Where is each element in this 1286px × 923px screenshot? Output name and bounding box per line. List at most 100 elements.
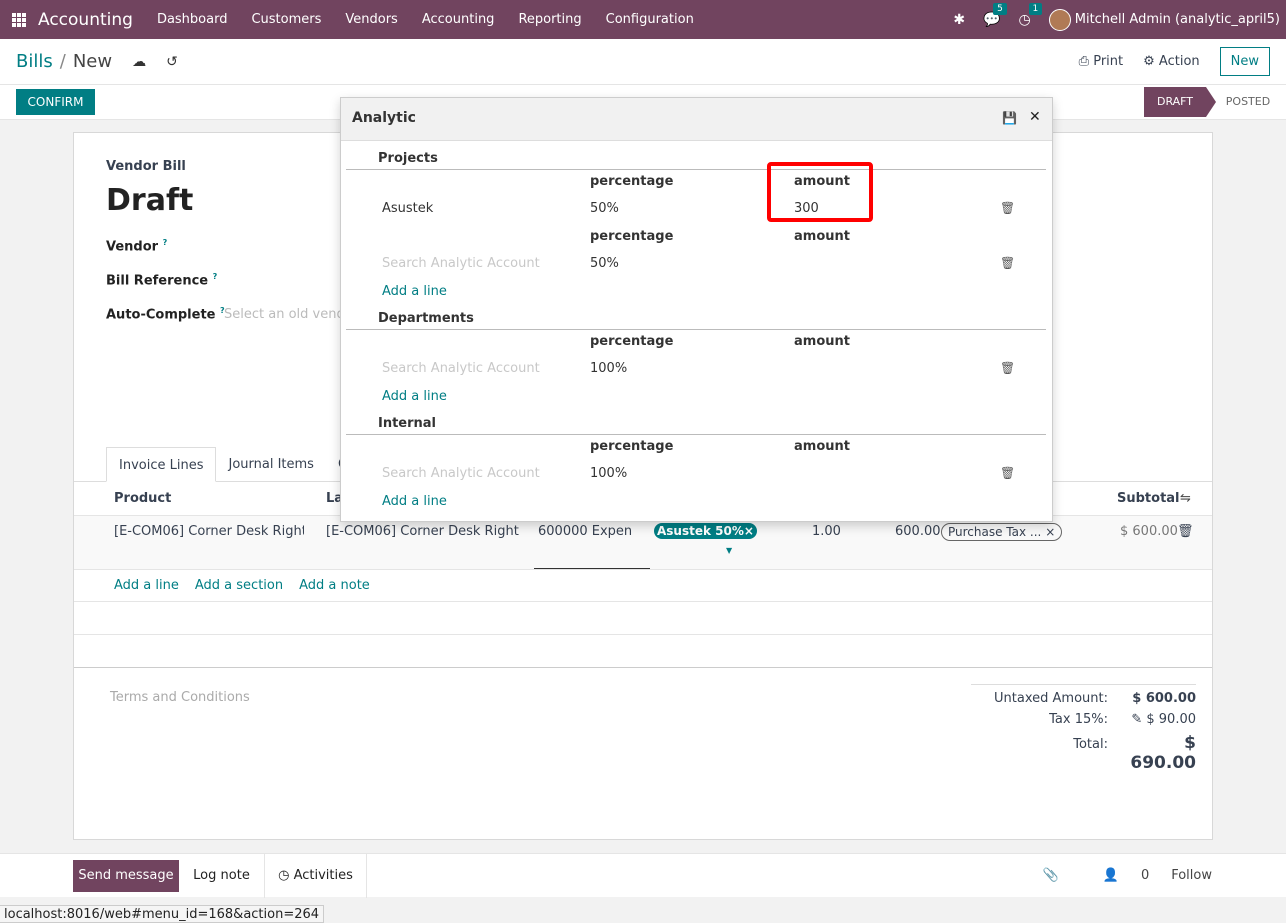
percentage-field[interactable]: 100% xyxy=(590,361,627,376)
log-note-button[interactable]: Log note xyxy=(179,854,265,898)
column-header-percentage: percentage xyxy=(590,439,674,454)
breadcrumb-separator: / xyxy=(59,51,66,72)
breadcrumb-bills[interactable]: Bills xyxy=(16,51,53,72)
paperclip-icon[interactable]: 📎 xyxy=(1043,868,1059,883)
trash-icon[interactable]: 🗑 xyxy=(1177,524,1194,539)
close-icon[interactable]: ✕ xyxy=(1029,109,1041,125)
cloud-upload-icon[interactable]: ☁ xyxy=(132,54,146,70)
save-icon[interactable]: 💾 xyxy=(1002,111,1017,125)
tabs: Invoice Lines Journal Items Ot xyxy=(106,447,366,482)
analytic-dialog: Analytic 💾 ✕ Projects percentage amount … xyxy=(340,97,1053,522)
stage-posted[interactable]: POSTED xyxy=(1216,87,1280,117)
tab-invoice-lines[interactable]: Invoice Lines xyxy=(106,447,217,482)
percentage-field[interactable]: 50% xyxy=(590,201,619,216)
tax-value: ✎ $ 90.00 xyxy=(1131,712,1196,727)
row-subtotal: $ 600.00 xyxy=(1120,524,1178,539)
bug-icon[interactable]: ✱ xyxy=(953,12,965,28)
untaxed-row: Untaxed Amount: $ 600.00 xyxy=(971,691,1196,706)
breadcrumb-current: New xyxy=(72,51,113,72)
analytic-account-field[interactable]: Asustek xyxy=(382,201,433,216)
row-account[interactable]: 600000 Expense xyxy=(538,524,632,539)
bill-reference-label: Bill Reference ? xyxy=(106,272,218,289)
table-row[interactable]: [E-COM06] Corner Desk Right Sit [E-COM06… xyxy=(74,516,1212,569)
group-divider xyxy=(346,434,1046,435)
stage-draft[interactable]: DRAFT xyxy=(1144,87,1216,117)
analytic-account-search-input[interactable]: Search Analytic Account xyxy=(382,361,540,376)
action-button[interactable]: ⚙ Action xyxy=(1143,54,1200,69)
row-product[interactable]: [E-COM06] Corner Desk Right Sit xyxy=(114,524,304,539)
add-line-link[interactable]: Add a line xyxy=(382,284,447,299)
page-title: Draft xyxy=(106,183,194,218)
auto-complete-label: Auto-Complete ? xyxy=(106,306,225,323)
total-value: $ 690.00 xyxy=(1130,733,1196,773)
menu-reporting[interactable]: Reporting xyxy=(506,12,593,27)
send-message-button[interactable]: Send message xyxy=(73,860,179,892)
menu-customers[interactable]: Customers xyxy=(239,12,333,27)
new-button[interactable]: New xyxy=(1219,47,1270,76)
user-menu[interactable]: Mitchell Admin (analytic_april5) xyxy=(1075,12,1280,27)
apps-grid-icon[interactable] xyxy=(12,12,26,27)
menu-dashboard[interactable]: Dashboard xyxy=(145,12,240,27)
trash-icon[interactable]: 🗑 xyxy=(1000,466,1015,480)
tax-tag[interactable]: Purchase Tax ... × xyxy=(941,523,1063,541)
chat-icon[interactable]: 💬 5 xyxy=(983,2,1007,28)
percentage-field[interactable]: 100% xyxy=(590,466,627,481)
total-label: Total: xyxy=(1073,737,1108,752)
settings-sliders-icon[interactable]: ⇋ xyxy=(1180,491,1191,506)
activities-badge: 1 xyxy=(1028,2,1043,15)
column-header-subtotal[interactable]: Subtotal xyxy=(1117,491,1180,506)
avatar[interactable] xyxy=(1048,8,1071,31)
activities-button[interactable]: ◷ Activities xyxy=(265,854,367,898)
confirm-button[interactable]: CONFIRM xyxy=(16,89,95,115)
menu-configuration[interactable]: Configuration xyxy=(594,12,706,27)
row-divider xyxy=(74,667,1212,668)
follow-button[interactable]: Follow xyxy=(1171,868,1212,883)
close-icon[interactable]: × xyxy=(744,524,754,538)
analytic-account-search-input[interactable]: Search Analytic Account xyxy=(382,466,540,481)
clock-icon[interactable]: ◷ 1 xyxy=(1019,2,1043,28)
group-projects-title: Projects xyxy=(378,151,438,166)
red-highlight-box xyxy=(767,162,873,222)
analytic-account-search-input[interactable]: Search Analytic Account xyxy=(382,256,540,271)
undo-icon[interactable]: ↺ xyxy=(166,54,178,70)
followers-button[interactable]: 👤 0 xyxy=(1081,868,1149,883)
percentage-field[interactable]: 50% xyxy=(590,256,619,271)
add-line-link[interactable]: Add a line xyxy=(114,578,179,593)
menu-accounting[interactable]: Accounting xyxy=(410,12,507,27)
close-icon[interactable]: × xyxy=(1045,525,1055,539)
auto-complete-input[interactable]: Select an old vendo xyxy=(224,307,353,322)
pencil-icon[interactable]: ✎ xyxy=(1131,712,1146,727)
column-header-amount: amount xyxy=(794,229,850,244)
add-section-link[interactable]: Add a section xyxy=(195,578,283,593)
row-price[interactable]: 600.00 xyxy=(895,524,941,539)
trash-icon[interactable]: 🗑 xyxy=(1000,201,1015,215)
add-note-link[interactable]: Add a note xyxy=(299,578,370,593)
add-line-link[interactable]: Add a line xyxy=(382,389,447,404)
group-divider xyxy=(346,169,1046,170)
print-button[interactable]: ⎙ Print xyxy=(1079,54,1123,69)
app-name[interactable]: Accounting xyxy=(38,10,133,30)
tax-row: Tax 15%: ✎ $ 90.00 xyxy=(971,712,1196,727)
column-header-percentage: percentage xyxy=(590,174,674,189)
user-icon: 👤 xyxy=(1102,868,1119,883)
terms-and-conditions-input[interactable]: Terms and Conditions xyxy=(110,690,250,705)
group-internal-title: Internal xyxy=(378,416,437,431)
analytic-distribution-tag[interactable]: Asustek 50%× xyxy=(654,523,757,539)
chatter-actions: 📎 👤 0 Follow xyxy=(1021,868,1212,883)
document-type-label: Vendor Bill xyxy=(106,159,186,174)
trash-icon[interactable]: 🗑 xyxy=(1000,256,1015,270)
dialog-header: Analytic 💾 ✕ xyxy=(341,98,1052,141)
menu-vendors[interactable]: Vendors xyxy=(333,12,409,27)
column-header-percentage: percentage xyxy=(590,334,674,349)
clock-icon: ◷ xyxy=(278,868,294,883)
row-label[interactable]: [E-COM06] Corner Desk Right Sit xyxy=(326,524,519,539)
tab-journal-items[interactable]: Journal Items xyxy=(216,447,326,482)
print-icon: ⎙ xyxy=(1078,54,1094,69)
vendor-label: Vendor ? xyxy=(106,238,168,255)
row-quantity[interactable]: 1.00 xyxy=(812,524,841,539)
browser-status-url: localhost:8016/web#menu_id=168&action=26… xyxy=(0,905,325,923)
add-line-link[interactable]: Add a line xyxy=(382,494,447,509)
column-header-product[interactable]: Product xyxy=(114,491,171,506)
trash-icon[interactable]: 🗑 xyxy=(1000,361,1015,375)
chevron-down-icon[interactable]: ▼ xyxy=(726,546,732,555)
